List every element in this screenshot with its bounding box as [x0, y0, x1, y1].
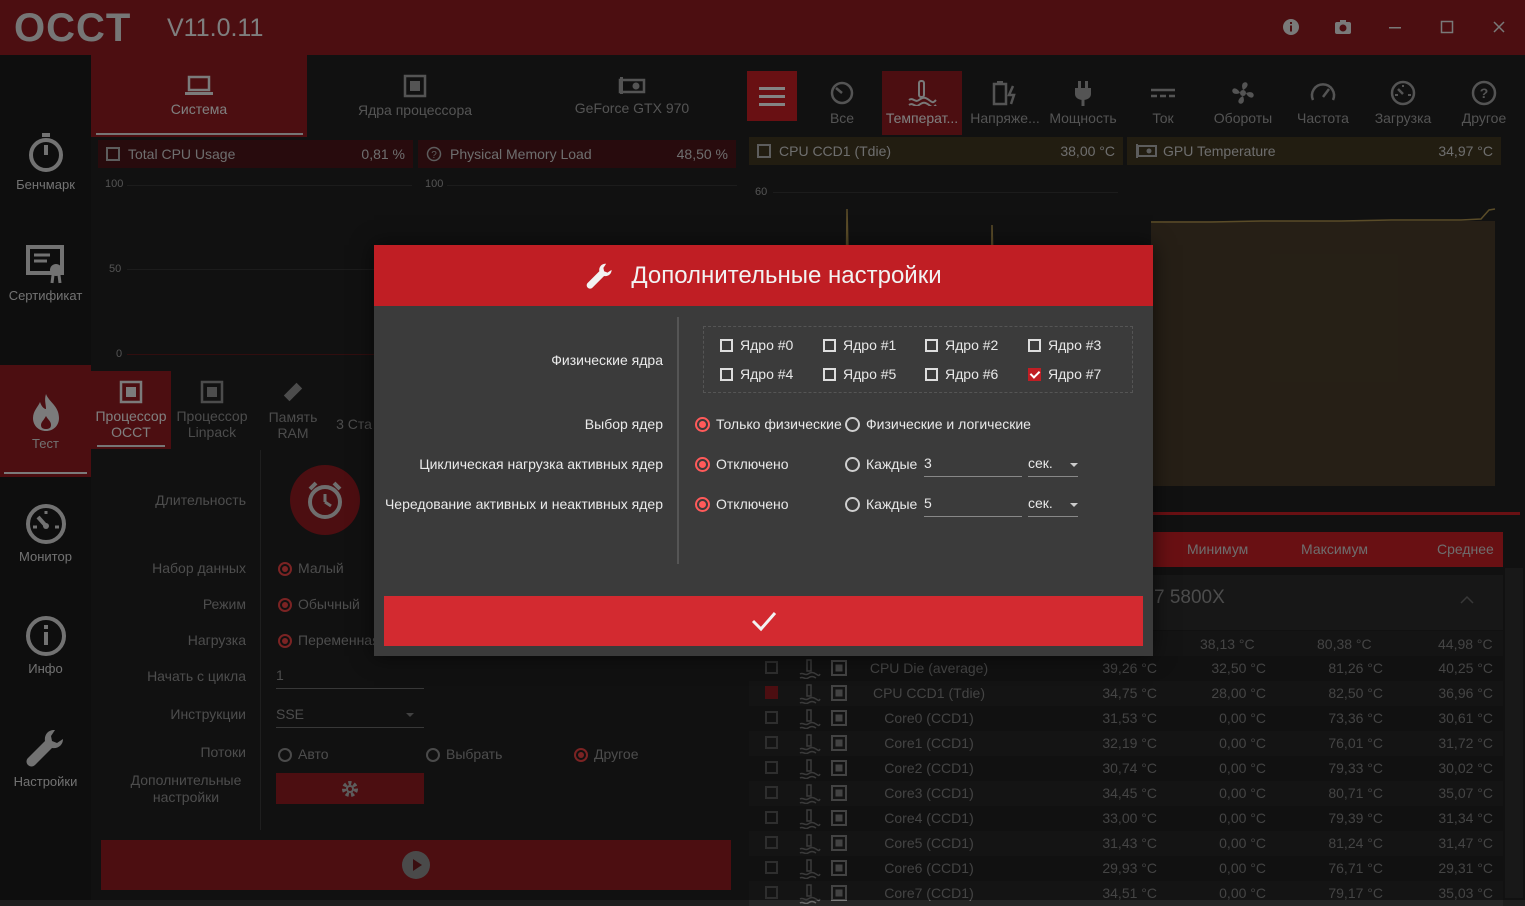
core-label: Ядро #7 — [1048, 366, 1102, 382]
core-5-checkbox[interactable]: Ядро #5 — [823, 366, 896, 382]
core-label: Ядро #5 — [843, 366, 897, 382]
only-physical-radio[interactable]: Только физические — [695, 416, 842, 432]
core-3-checkbox[interactable]: Ядро #3 — [1028, 337, 1101, 353]
core-4-checkbox[interactable]: Ядро #4 — [720, 366, 793, 382]
divider — [677, 317, 679, 564]
option-label: Каждые — [866, 456, 918, 472]
physical-cores-label: Физические ядра — [551, 352, 663, 368]
alternate-disabled-radio[interactable]: Отключено — [695, 496, 789, 512]
cyclic-seconds-input[interactable]: 3 — [924, 455, 1022, 477]
option-label: Только физические — [716, 416, 842, 432]
checkmark-icon — [751, 612, 776, 632]
option-label: Каждые — [866, 496, 918, 512]
physical-logical-radio[interactable]: Физические и логические — [845, 416, 1031, 432]
core-select-label: Выбор ядер — [584, 416, 663, 432]
core-6-checkbox[interactable]: Ядро #6 — [925, 366, 998, 382]
wrench-icon — [587, 263, 612, 289]
core-label: Ядро #2 — [945, 337, 999, 353]
core-0-checkbox[interactable]: Ядро #0 — [720, 337, 793, 353]
core-label: Ядро #6 — [945, 366, 999, 382]
dialog-title: Дополнительные настройки — [631, 261, 942, 289]
core-label: Ядро #3 — [1048, 337, 1102, 353]
option-label: Физические и логические — [866, 416, 1031, 432]
cyclic-load-label: Циклическая нагрузка активных ядер — [419, 456, 663, 472]
advanced-settings-dialog: Дополнительные настройки Физические ядра… — [374, 245, 1153, 656]
cyclic-every-radio[interactable]: Каждые — [845, 456, 917, 472]
core-1-checkbox[interactable]: Ядро #1 — [823, 337, 896, 353]
alternate-seconds-input[interactable]: 5 — [924, 495, 1022, 517]
dialog-header: Дополнительные настройки — [374, 245, 1153, 306]
core-7-checkbox[interactable]: Ядро #7 — [1028, 366, 1101, 382]
core-label: Ядро #4 — [740, 366, 794, 382]
cyclic-disabled-radio[interactable]: Отключено — [695, 456, 789, 472]
chevron-down-icon — [1070, 463, 1078, 467]
alternate-every-radio[interactable]: Каждые — [845, 496, 917, 512]
core-label: Ядро #0 — [740, 337, 794, 353]
core-label: Ядро #1 — [843, 337, 897, 353]
chevron-down-icon — [1070, 503, 1078, 507]
core-2-checkbox[interactable]: Ядро #2 — [925, 337, 998, 353]
alternate-label: Чередование активных и неактивных ядер — [384, 496, 663, 512]
confirm-button[interactable] — [384, 596, 1143, 646]
option-label: Отключено — [716, 496, 789, 512]
option-label: Отключено — [716, 456, 789, 472]
